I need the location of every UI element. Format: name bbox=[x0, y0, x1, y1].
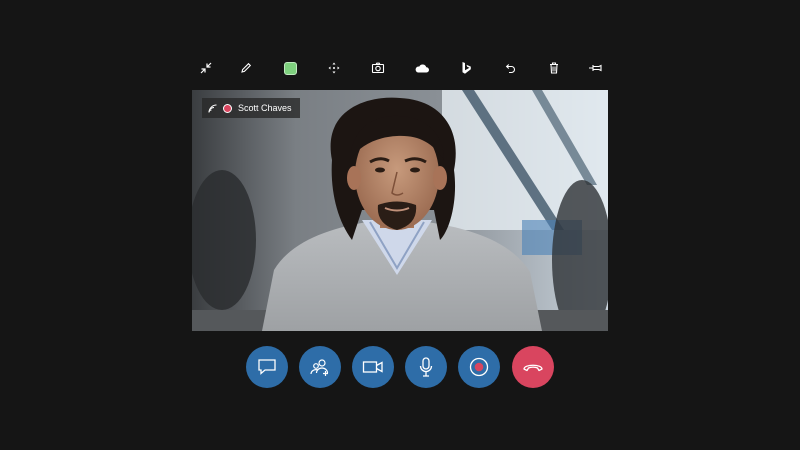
move-arrows-icon bbox=[328, 62, 340, 74]
chat-bubble-icon bbox=[258, 359, 276, 375]
collapse-button[interactable] bbox=[194, 56, 218, 80]
cloud-button[interactable] bbox=[410, 56, 434, 80]
mic-toggle-button[interactable] bbox=[405, 346, 447, 388]
green-color-swatch bbox=[283, 61, 297, 75]
microphone-icon bbox=[419, 357, 433, 377]
signal-strength-icon bbox=[208, 104, 217, 113]
pencil-icon bbox=[241, 62, 252, 73]
trash-icon bbox=[550, 62, 558, 74]
annotation-toolbar bbox=[192, 56, 608, 80]
add-people-button[interactable] bbox=[299, 346, 341, 388]
camera-icon bbox=[371, 62, 385, 74]
bing-logo-icon bbox=[462, 62, 471, 74]
add-people-icon bbox=[310, 359, 329, 376]
video-camera-icon bbox=[362, 361, 383, 373]
pin-icon bbox=[589, 64, 602, 72]
call-controls bbox=[246, 346, 556, 388]
participant-name-badge: Scott Chaves bbox=[202, 98, 300, 118]
participant-name: Scott Chaves bbox=[238, 103, 292, 113]
undo-button[interactable] bbox=[498, 56, 522, 80]
video-call-window: Scott Chaves bbox=[0, 0, 800, 450]
move-button[interactable] bbox=[322, 56, 346, 80]
bing-button[interactable] bbox=[454, 56, 478, 80]
record-icon bbox=[469, 357, 489, 377]
remote-video-feed: Scott Chaves bbox=[192, 90, 608, 331]
record-button[interactable] bbox=[458, 346, 500, 388]
pen-button[interactable] bbox=[234, 56, 258, 80]
color-picker-button[interactable] bbox=[278, 56, 302, 80]
cloud-icon bbox=[415, 64, 430, 73]
participant-video-image bbox=[192, 90, 608, 331]
recording-indicator bbox=[223, 103, 232, 113]
video-toggle-button[interactable] bbox=[352, 346, 394, 388]
snapshot-button[interactable] bbox=[366, 56, 390, 80]
chat-button[interactable] bbox=[246, 346, 288, 388]
end-call-button[interactable] bbox=[512, 346, 554, 388]
pin-button[interactable] bbox=[584, 56, 608, 80]
collapse-arrows-icon bbox=[200, 62, 212, 74]
delete-button[interactable] bbox=[542, 56, 566, 80]
hang-up-icon bbox=[523, 364, 543, 372]
undo-icon bbox=[505, 64, 515, 74]
